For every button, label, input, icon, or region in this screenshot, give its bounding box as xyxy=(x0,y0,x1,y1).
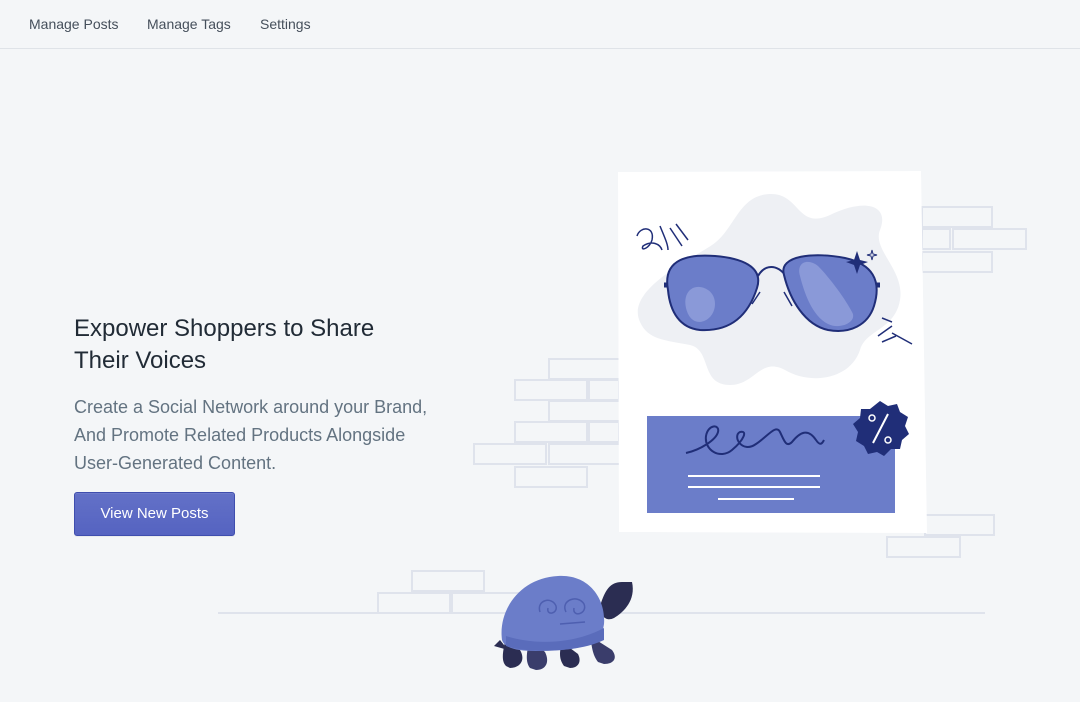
turtle-illustration xyxy=(494,575,633,670)
hero-illustration xyxy=(218,171,1027,670)
